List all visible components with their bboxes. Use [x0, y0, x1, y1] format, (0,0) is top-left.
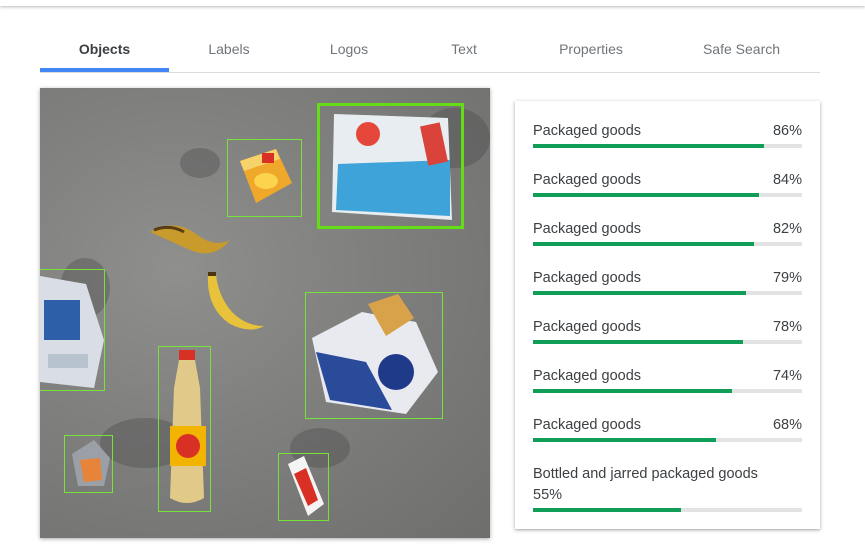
- object-result-row[interactable]: Packaged goods 74%: [533, 368, 802, 398]
- tab-safe-search[interactable]: Safe Search: [663, 36, 820, 72]
- score-bar-track: [533, 193, 802, 197]
- object-label: Packaged goods: [533, 417, 642, 433]
- score-bar-fill: [533, 193, 759, 197]
- object-label: Packaged goods: [533, 368, 642, 384]
- object-label: Packaged goods: [533, 319, 642, 335]
- score-bar-track: [533, 389, 802, 393]
- tab-logos[interactable]: Logos: [289, 36, 409, 72]
- object-result-row[interactable]: Packaged goods 78%: [533, 319, 802, 349]
- object-score: 78%: [772, 319, 802, 335]
- tab-bar: Objects Labels Logos Text Properties Saf…: [40, 36, 820, 73]
- object-label: Packaged goods: [533, 172, 642, 188]
- score-bar-fill: [533, 508, 681, 512]
- object-result-row[interactable]: Packaged goods 68%: [533, 417, 802, 447]
- object-result-row[interactable]: Bottled and jarred packaged goods 55%: [533, 466, 802, 516]
- score-bar-fill: [533, 438, 716, 442]
- detection-box[interactable]: [40, 269, 105, 391]
- banana: [207, 272, 264, 330]
- object-score: 74%: [772, 368, 802, 384]
- tab-text[interactable]: Text: [409, 36, 519, 72]
- detection-box[interactable]: [278, 453, 329, 521]
- detection-box[interactable]: [227, 139, 302, 217]
- object-score: 55%: [533, 487, 563, 503]
- detection-box[interactable]: [305, 292, 443, 419]
- object-label: Bottled and jarred packaged goods: [533, 466, 758, 482]
- score-bar-track: [533, 291, 802, 295]
- top-app-bar: [0, 0, 865, 6]
- detection-box[interactable]: [158, 346, 211, 512]
- object-label: Packaged goods: [533, 221, 642, 237]
- score-bar-fill: [533, 291, 746, 295]
- object-score: 86%: [772, 123, 802, 139]
- objects-results-panel: Packaged goods 86% Packaged goods 84% Pa…: [515, 101, 820, 529]
- object-result-row[interactable]: Packaged goods 84%: [533, 172, 802, 202]
- score-bar-fill: [533, 340, 743, 344]
- object-label: Packaged goods: [533, 270, 642, 286]
- score-bar-track: [533, 508, 802, 512]
- score-bar-track: [533, 438, 802, 442]
- score-bar-fill: [533, 242, 754, 246]
- score-bar-fill: [533, 144, 765, 148]
- object-score: 84%: [772, 172, 802, 188]
- tab-objects[interactable]: Objects: [40, 36, 169, 72]
- object-result-row[interactable]: Packaged goods 82%: [533, 221, 802, 251]
- object-score: 79%: [772, 270, 802, 286]
- score-bar-track: [533, 340, 802, 344]
- object-label: Packaged goods: [533, 123, 642, 139]
- score-bar-track: [533, 144, 802, 148]
- detection-box-selected[interactable]: [317, 103, 464, 229]
- object-result-row[interactable]: Packaged goods 86%: [533, 123, 802, 153]
- active-tab-indicator: [40, 68, 169, 72]
- object-score: 82%: [772, 221, 802, 237]
- object-score: 68%: [772, 417, 802, 433]
- tab-labels[interactable]: Labels: [169, 36, 289, 72]
- object-result-row[interactable]: Packaged goods 79%: [533, 270, 802, 300]
- tab-properties[interactable]: Properties: [519, 36, 663, 72]
- score-bar-track: [533, 242, 802, 246]
- banana-peel-1: [150, 225, 230, 254]
- score-bar-fill: [533, 389, 733, 393]
- detection-box[interactable]: [64, 435, 113, 493]
- analyzed-image: [40, 88, 490, 538]
